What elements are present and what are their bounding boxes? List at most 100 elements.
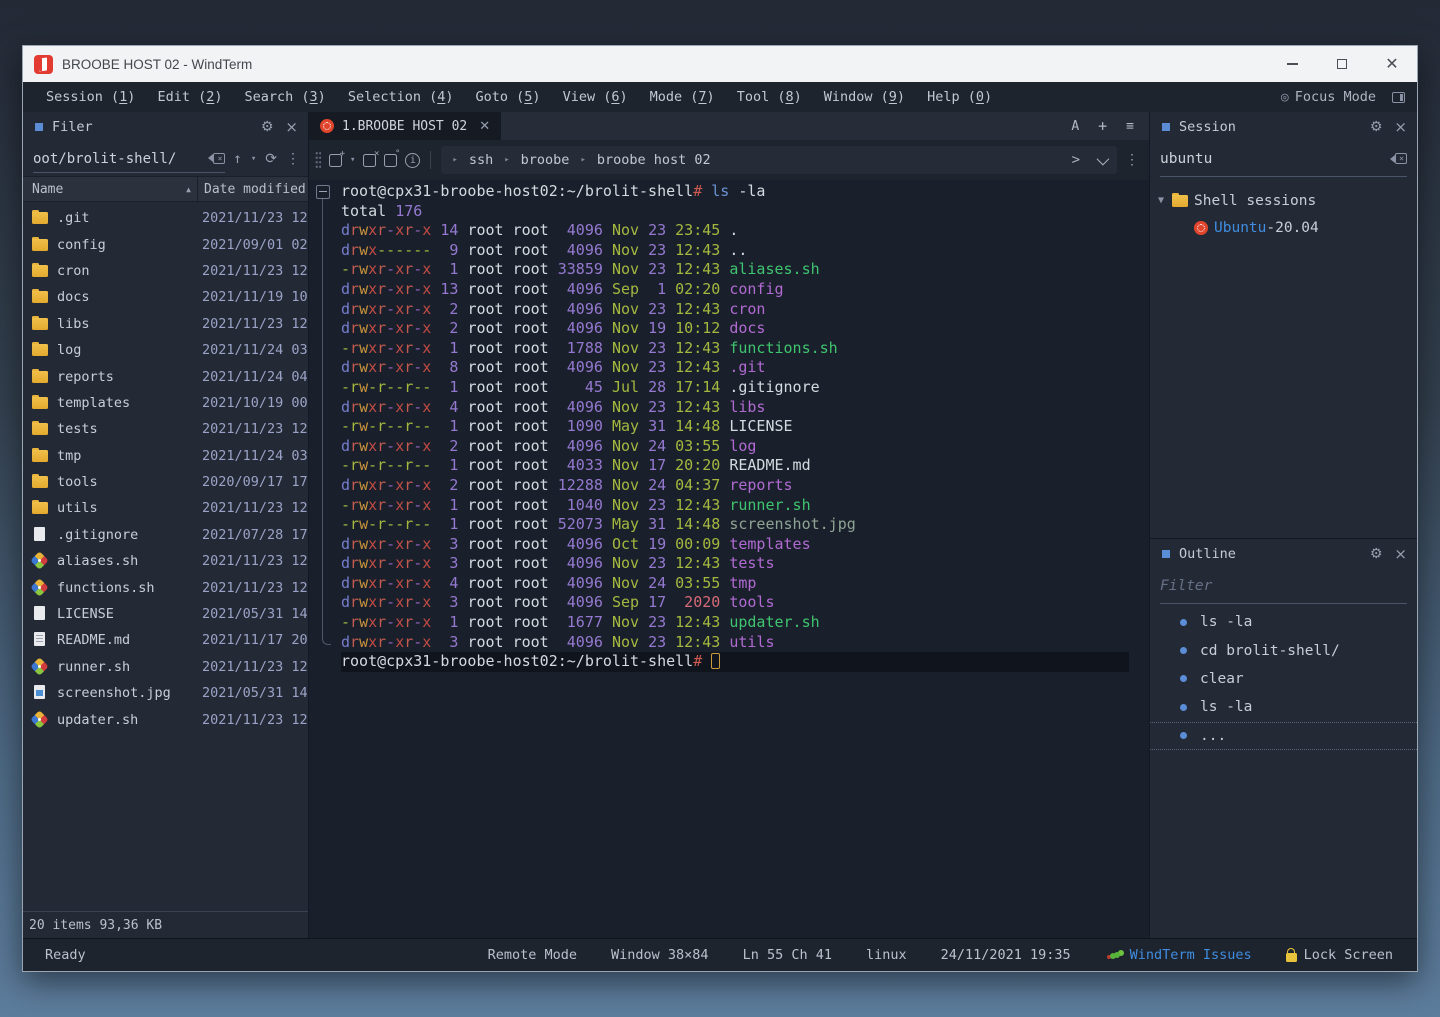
filer-row[interactable]: tmp2021/11/24 03: (23, 443, 308, 469)
outline-item[interactable]: ls -la (1150, 608, 1417, 636)
refresh-icon[interactable]: ⟳ (265, 151, 277, 167)
terminal-tab[interactable]: 1.BROOBE HOST 02 ✕ (309, 112, 501, 140)
panel-layout-icon[interactable] (1392, 92, 1405, 103)
filer-row[interactable]: tests2021/11/23 12: (23, 416, 308, 442)
menu-session[interactable]: Session (1) (35, 82, 146, 112)
font-size-icon[interactable]: A (1071, 119, 1079, 134)
reset-terminal-icon[interactable]: ° (384, 154, 397, 167)
tree-item-shell-sessions[interactable]: ▼ Shell sessions (1150, 187, 1417, 214)
terminal-line: -rwxr-xr-x 1 root root 1040 Nov 23 12:43… (341, 496, 1149, 516)
outline-item[interactable]: ls -la (1150, 693, 1417, 721)
folder-icon (32, 502, 49, 518)
filer-row[interactable]: libs2021/11/23 12: (23, 311, 308, 337)
filer-row[interactable]: README.md2021/11/17 20: (23, 627, 308, 653)
breadcrumb-segment[interactable]: broobe host 02 (597, 152, 711, 168)
fold-collapse-icon[interactable] (316, 185, 330, 199)
minimize-button[interactable] (1267, 46, 1317, 82)
filer-menu-icon[interactable]: ⋮ (286, 151, 300, 167)
clear-path-icon[interactable]: × (208, 153, 225, 165)
outline-item[interactable]: ... (1150, 722, 1417, 750)
menu-help[interactable]: Help (0) (916, 82, 1003, 112)
filer-row[interactable]: runner.sh2021/11/23 12: (23, 654, 308, 680)
tab-list-icon[interactable]: ≡ (1126, 119, 1134, 134)
menu-tool[interactable]: Tool (8) (726, 82, 813, 112)
clear-search-icon[interactable]: × (1390, 153, 1407, 165)
filer-pathbar: oot/brolit-shell/ × ↑ ▾ ⟳ ⋮ (23, 142, 308, 176)
up-directory-icon[interactable]: ↑ (233, 151, 241, 167)
filer-row[interactable]: reports2021/11/24 04: (23, 363, 308, 389)
tab-close-icon[interactable]: ✕ (479, 119, 490, 134)
terminal-column: 1.BROOBE HOST 02 ✕ A + ≡ + ▾ × ° i ▸ (309, 112, 1149, 938)
outline-item[interactable]: cd brolit-shell/ (1150, 636, 1417, 664)
new-terminal-dropdown-icon[interactable]: ▾ (350, 155, 355, 165)
close-panel-icon[interactable]: × (285, 118, 298, 136)
filer-row[interactable]: tools2020/09/17 17: (23, 469, 308, 495)
filer-row[interactable]: .git2021/11/23 12: (23, 205, 308, 231)
status-lock-screen[interactable]: Lock Screen (1286, 947, 1393, 963)
outline-item-label: ls -la (1200, 699, 1252, 715)
new-terminal-icon[interactable]: + (329, 154, 342, 167)
filer-row[interactable]: config2021/09/01 02: (23, 231, 308, 257)
filer-row[interactable]: screenshot.jpg2021/05/31 14: (23, 680, 308, 706)
outline-item-label: clear (1200, 671, 1244, 687)
status-os[interactable]: linux (866, 947, 907, 963)
outline-item[interactable]: clear (1150, 665, 1417, 693)
status-window-size[interactable]: Window 38×84 (611, 947, 709, 963)
up-dropdown-icon[interactable]: ▾ (251, 154, 256, 164)
drag-handle[interactable] (315, 151, 321, 169)
outline-filter-input[interactable]: Filter (1160, 569, 1407, 604)
focus-mode-button[interactable]: ◎ Focus Mode (1281, 89, 1376, 105)
menu-goto[interactable]: Goto (5) (465, 82, 552, 112)
status-datetime[interactable]: 24/11/2021 19:35 (941, 947, 1071, 963)
info-icon[interactable]: i (405, 153, 420, 168)
session-search-input[interactable]: ubuntu × (1160, 142, 1407, 177)
path-input[interactable]: oot/brolit-shell/ × (33, 146, 225, 173)
terminal-screen[interactable]: root@cpx31-broobe-host02:~/brolit-shell#… (309, 180, 1149, 938)
menu-selection[interactable]: Selection (4) (337, 82, 465, 112)
filer-row[interactable]: functions.sh2021/11/23 12: (23, 574, 308, 600)
file-icon (32, 606, 49, 622)
menu-edit[interactable]: Edit (2) (146, 82, 233, 112)
close-panel-icon[interactable]: × (1394, 118, 1407, 136)
status-cursor-position[interactable]: Ln 55 Ch 41 (743, 947, 832, 963)
filer-row[interactable]: templates2021/10/19 00: (23, 390, 308, 416)
filer-row[interactable]: docs2021/11/19 10: (23, 284, 308, 310)
filer-row[interactable]: utils2021/11/23 12: (23, 495, 308, 521)
gear-icon[interactable]: ⚙ (1370, 546, 1383, 562)
status-windterm-issues[interactable]: WindTerm Issues (1105, 947, 1252, 963)
close-panel-icon[interactable]: × (1394, 545, 1407, 563)
column-name[interactable]: Name ▲ (23, 177, 198, 201)
breadcrumb-segment[interactable]: broobe (521, 152, 570, 168)
breadcrumb[interactable]: ▸ ssh▸broobe▸broobe host 02 > (441, 146, 1117, 174)
filer-row[interactable]: cron2021/11/23 12: (23, 258, 308, 284)
right-sidebar: Session ⚙ × ubuntu × ▼ Shell sessions (1149, 112, 1417, 938)
outline-item-label: cd brolit-shell/ (1200, 643, 1340, 659)
tree-expand-icon[interactable]: ▼ (1150, 195, 1172, 206)
close-terminal-icon[interactable]: × (363, 154, 376, 167)
filer-row[interactable]: updater.sh2021/11/23 12: (23, 706, 308, 732)
menu-view[interactable]: View (6) (552, 82, 639, 112)
gear-icon[interactable]: ⚙ (1370, 119, 1383, 135)
tree-item-ubuntu-session[interactable]: Ubuntu-20.04 (1150, 214, 1417, 241)
filer-row[interactable]: log2021/11/24 03: (23, 337, 308, 363)
close-button[interactable]: ✕ (1367, 46, 1417, 82)
gear-icon[interactable]: ⚙ (261, 119, 274, 135)
breadcrumb-segment[interactable]: ssh (469, 152, 493, 168)
chevron-down-icon[interactable] (1097, 152, 1110, 165)
tab-label: 1.BROOBE HOST 02 (342, 119, 467, 134)
maximize-button[interactable] (1317, 46, 1367, 82)
script-icon (32, 712, 49, 728)
session-name-highlight: Ubuntu (1214, 220, 1266, 236)
filer-row[interactable]: aliases.sh2021/11/23 12: (23, 548, 308, 574)
filer-row[interactable]: .gitignore2021/07/28 17: (23, 522, 308, 548)
outline-title: Outline (1179, 546, 1370, 562)
terminal-menu-icon[interactable]: ⋮ (1125, 152, 1139, 168)
menu-search[interactable]: Search (3) (234, 82, 337, 112)
menu-window[interactable]: Window (9) (813, 82, 916, 112)
new-tab-icon[interactable]: + (1098, 117, 1107, 135)
menu-mode[interactable]: Mode (7) (639, 82, 726, 112)
column-date-modified[interactable]: Date modified (198, 182, 308, 197)
filer-row[interactable]: LICENSE2021/05/31 14: (23, 601, 308, 627)
status-remote-mode[interactable]: Remote Mode (488, 947, 577, 963)
chevron-right-icon[interactable]: > (1072, 152, 1080, 168)
